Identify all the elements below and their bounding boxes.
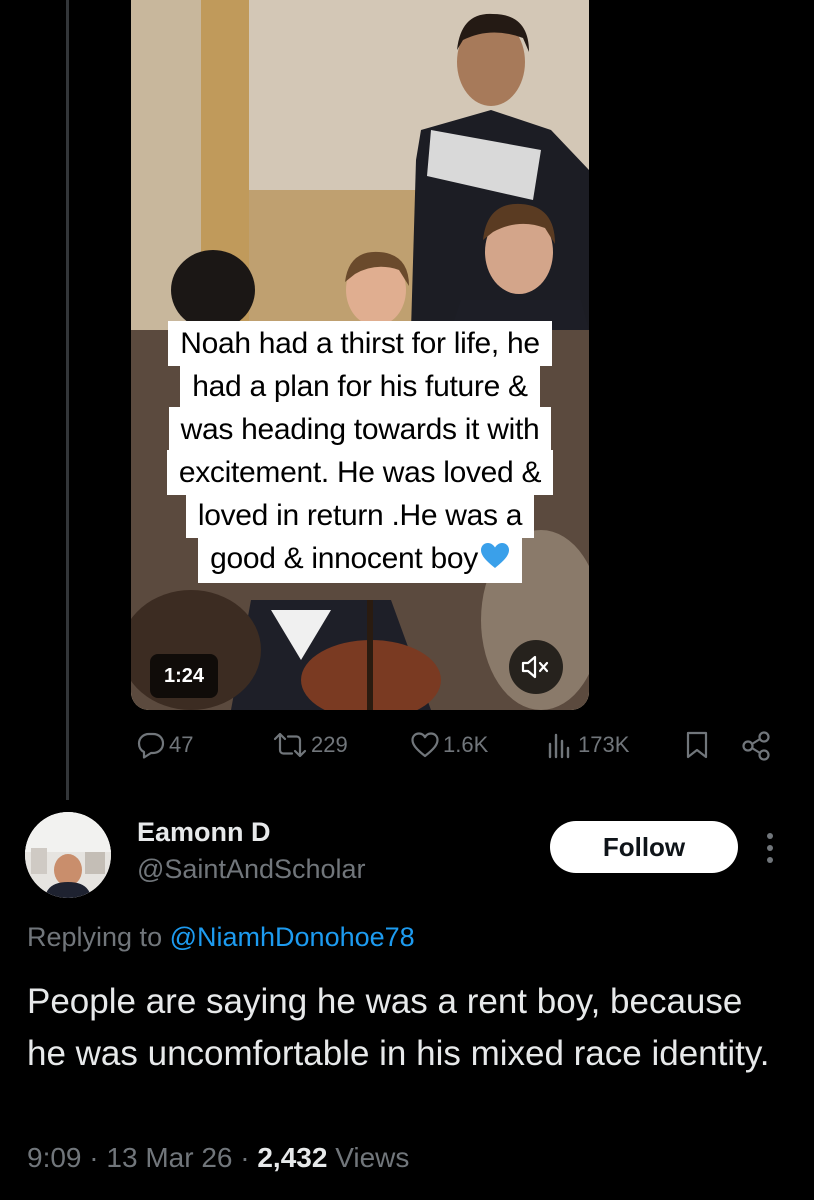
tweet-action-bar: 47 229 1.6K 173K	[0, 730, 814, 770]
meta-separator: ·	[240, 1142, 250, 1173]
caption-line-text: good & innocent boy	[210, 542, 478, 575]
follow-button[interactable]: Follow	[550, 821, 738, 873]
caption-line: was heading towards it with	[168, 407, 552, 452]
profile-photo	[25, 812, 111, 898]
tweet-date[interactable]: 13 Mar 26	[106, 1142, 232, 1173]
tweet-meta: 9:09 · 13 Mar 26 · 2,432 Views	[27, 1142, 409, 1174]
meta-separator: ·	[89, 1142, 99, 1173]
like-count: 1.6K	[443, 732, 489, 757]
mute-button[interactable]	[509, 640, 563, 694]
repost-count: 229	[311, 732, 348, 757]
reply-author-name[interactable]: Eamonn D	[137, 817, 271, 848]
replying-to-line: Replying to @NiamhDonohoe78	[27, 922, 415, 953]
replying-to-mention-link[interactable]: @NiamhDonohoe78	[170, 922, 415, 952]
reply-count: 47	[169, 732, 194, 757]
bookmark-icon	[686, 731, 708, 759]
caption-line: excitement. He was loved &	[166, 450, 554, 495]
views-count: 173K	[578, 732, 630, 757]
thread-connector-line	[66, 0, 69, 800]
reply-tweet-text: People are saying he was a rent boy, bec…	[27, 982, 770, 1073]
more-vertical-icon	[767, 833, 773, 863]
views-action[interactable]: 173K	[545, 730, 629, 760]
like-icon	[411, 732, 439, 758]
video-duration-badge: 1:24	[150, 654, 219, 698]
blue-heart-emoji-icon	[480, 538, 510, 583]
reply-action[interactable]: 47	[136, 730, 193, 760]
caption-line: had a plan for his future &	[180, 364, 540, 409]
reply-icon	[137, 732, 165, 759]
repost-action[interactable]: 229	[272, 730, 348, 760]
more-options-button[interactable]	[760, 828, 780, 868]
video-caption: Noah had a thirst for life, he had a pla…	[145, 321, 575, 583]
share-icon	[742, 731, 770, 761]
avatar[interactable]	[25, 812, 111, 898]
bookmark-button[interactable]	[685, 730, 712, 760]
replying-prefix: Replying to	[27, 922, 163, 952]
speaker-muted-icon	[521, 655, 549, 679]
video-player[interactable]: Noah had a thirst for life, he had a pla…	[131, 0, 589, 710]
share-button[interactable]	[740, 730, 775, 762]
like-action[interactable]: 1.6K	[410, 730, 488, 760]
reply-author-handle[interactable]: @SaintAndScholar	[137, 854, 366, 885]
repost-icon	[273, 732, 307, 758]
caption-line-last: good & innocent boy	[198, 536, 522, 583]
tweet-views-count: 2,432	[257, 1142, 328, 1173]
caption-line: loved in return .He was a	[185, 493, 535, 538]
views-icon	[548, 733, 570, 759]
tweet-time[interactable]: 9:09	[27, 1142, 82, 1173]
caption-line: Noah had a thirst for life, he	[168, 321, 552, 366]
tweet-views-label: Views	[335, 1142, 410, 1173]
